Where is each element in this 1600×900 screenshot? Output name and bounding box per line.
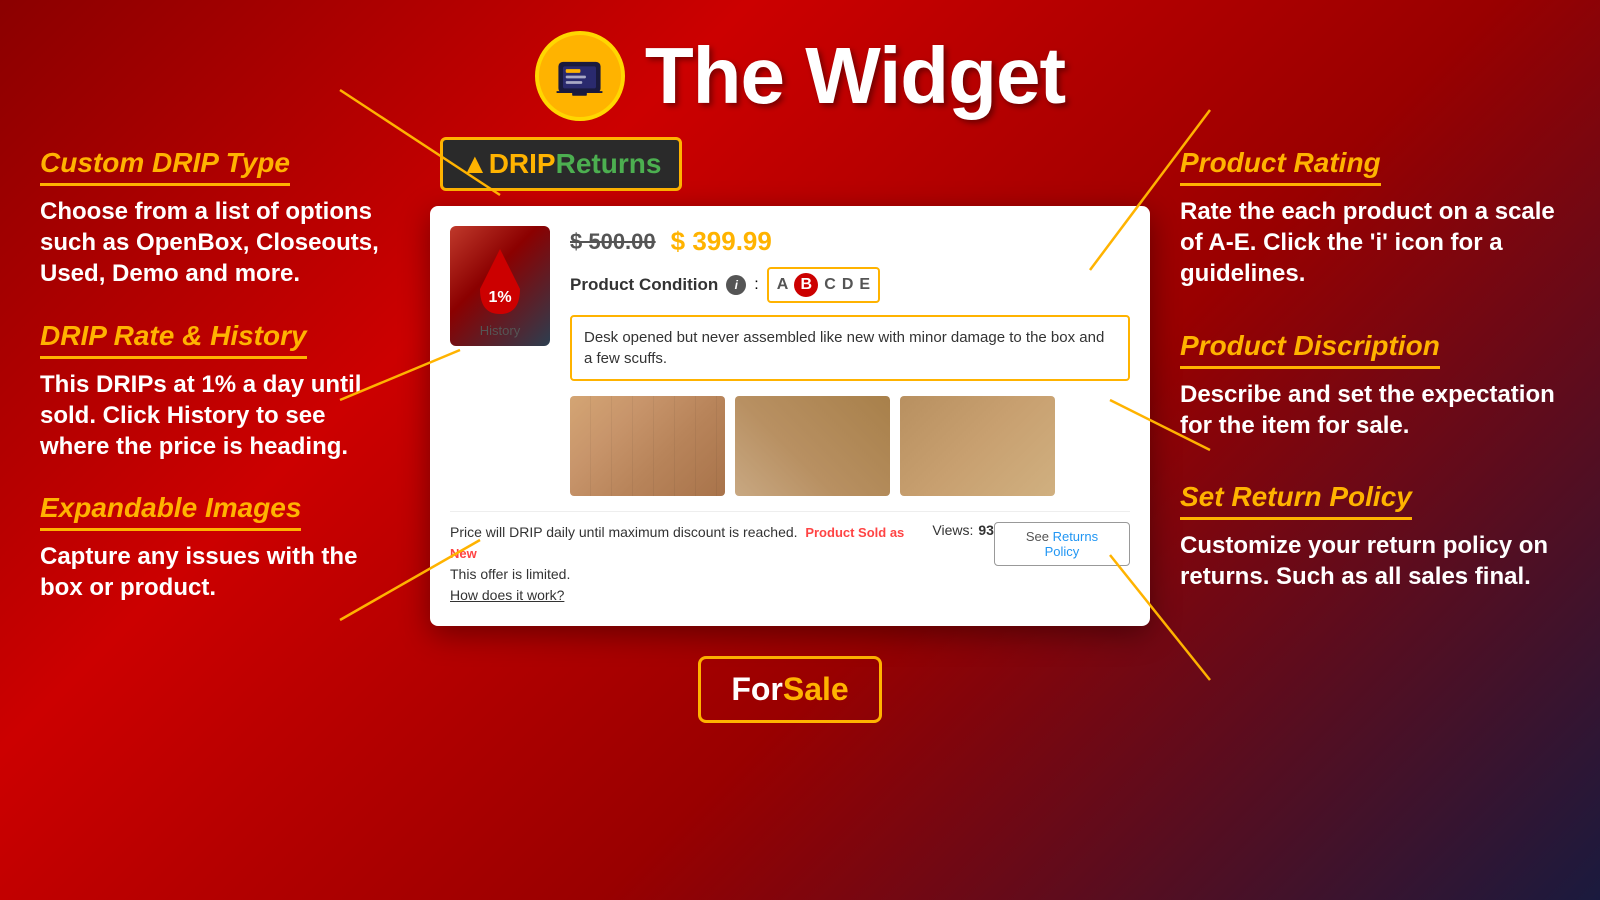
new-price: $ 399.99 xyxy=(671,226,772,257)
widget-icon xyxy=(552,49,607,104)
condition-option-c[interactable]: C xyxy=(824,276,836,294)
drip-logo-returns: Returns xyxy=(556,148,662,179)
drip-drop-icon: 1% xyxy=(465,244,535,329)
center-column: ▲DRIPReturns 1% History xyxy=(430,137,1150,887)
product-rating-desc: Rate the each product on a scale of A-E.… xyxy=(1180,196,1560,290)
for-text: For xyxy=(731,671,783,707)
widget-top: 1% History $ 500.00 $ 399.99 Product Con… xyxy=(450,226,1130,381)
sale-text: Sale xyxy=(783,671,849,707)
images-row xyxy=(570,396,1130,496)
for-sale-badge: ForSale xyxy=(698,656,881,723)
product-description-title: Product Discription xyxy=(1180,330,1440,369)
product-image-3[interactable] xyxy=(900,396,1055,496)
set-return-policy-desc: Customize your return policy on returns.… xyxy=(1180,530,1560,592)
description-box[interactable]: Desk opened but never assembled like new… xyxy=(570,315,1130,381)
for-sale-inner: ForSale xyxy=(698,656,881,723)
set-return-policy-title: Set Return Policy xyxy=(1180,481,1412,520)
product-info: $ 500.00 $ 399.99 Product Condition i : … xyxy=(570,226,1130,381)
price-row: $ 500.00 $ 399.99 xyxy=(570,226,1130,257)
views-label: Views: xyxy=(932,522,973,538)
views-count: 93 xyxy=(978,522,994,538)
product-image-1[interactable] xyxy=(570,396,725,496)
drip-info-block: Price will DRIP daily until maximum disc… xyxy=(450,522,932,606)
returns-policy-link-text: Returns Policy xyxy=(1045,529,1098,559)
old-price: $ 500.00 xyxy=(570,229,656,255)
product-description-desc: Describe and set the expectation for the… xyxy=(1180,379,1560,441)
condition-option-d[interactable]: D xyxy=(842,276,854,294)
expandable-images-desc: Capture any issues with the box or produ… xyxy=(40,541,400,603)
drip-rate-history-title: DRIP Rate & History xyxy=(40,320,307,359)
condition-row: Product Condition i : A B C D E xyxy=(570,267,1130,303)
product-thumbnail: 1% History xyxy=(450,226,550,346)
condition-option-a[interactable]: A xyxy=(777,276,789,294)
feature-set-return-policy: Set Return Policy Customize your return … xyxy=(1180,481,1560,592)
product-rating-title: Product Rating xyxy=(1180,147,1381,186)
condition-option-e[interactable]: E xyxy=(859,276,870,294)
right-column: Product Rating Rate the each product on … xyxy=(1180,137,1560,887)
widget-bottom-info: Price will DRIP daily until maximum disc… xyxy=(450,511,1130,606)
condition-option-b[interactable]: B xyxy=(794,273,818,297)
history-button[interactable]: History xyxy=(480,323,520,338)
how-does-it-work-link[interactable]: How does it work? xyxy=(450,587,564,603)
feature-expandable-images: Expandable Images Capture any issues wit… xyxy=(40,492,400,603)
custom-drip-type-title: Custom DRIP Type xyxy=(40,147,290,186)
feature-drip-rate-history: DRIP Rate & History This DRIPs at 1% a d… xyxy=(40,320,400,463)
drip-rate-history-desc: This DRIPs at 1% a day until sold. Click… xyxy=(40,369,400,463)
info-icon[interactable]: i xyxy=(726,275,746,295)
left-column: Custom DRIP Type Choose from a list of o… xyxy=(40,137,400,887)
widget-card: 1% History $ 500.00 $ 399.99 Product Con… xyxy=(430,206,1150,626)
returns-policy-button[interactable]: See Returns Policy xyxy=(994,522,1130,566)
drip-info-line1: Price will DRIP daily until maximum disc… xyxy=(450,522,932,564)
product-image-2[interactable] xyxy=(735,396,890,496)
feature-custom-drip-type: Custom DRIP Type Choose from a list of o… xyxy=(40,147,400,290)
condition-options: A B C D E xyxy=(767,267,880,303)
drip-logo-text: ▲DRIPReturns xyxy=(461,148,661,180)
condition-label: Product Condition xyxy=(570,275,718,295)
feature-product-description: Product Discription Describe and set the… xyxy=(1180,330,1560,441)
feature-product-rating: Product Rating Rate the each product on … xyxy=(1180,147,1560,290)
page-wrapper: The Widget Custom DRIP Type Choose from … xyxy=(0,0,1600,900)
expandable-images-title: Expandable Images xyxy=(40,492,301,531)
svg-text:1%: 1% xyxy=(488,289,511,306)
header-title: The Widget xyxy=(645,30,1065,122)
main-layout: Custom DRIP Type Choose from a list of o… xyxy=(0,137,1600,887)
custom-drip-type-desc: Choose from a list of options such as Op… xyxy=(40,196,400,290)
drip-logo-bar: ▲DRIPReturns xyxy=(440,137,682,191)
views-block: Views: 93 xyxy=(932,522,994,538)
header: The Widget xyxy=(0,0,1600,137)
drip-logo-drip: ▲DRIP xyxy=(461,148,556,179)
logo-icon xyxy=(535,31,625,121)
drip-info-line2: This offer is limited. xyxy=(450,564,932,585)
